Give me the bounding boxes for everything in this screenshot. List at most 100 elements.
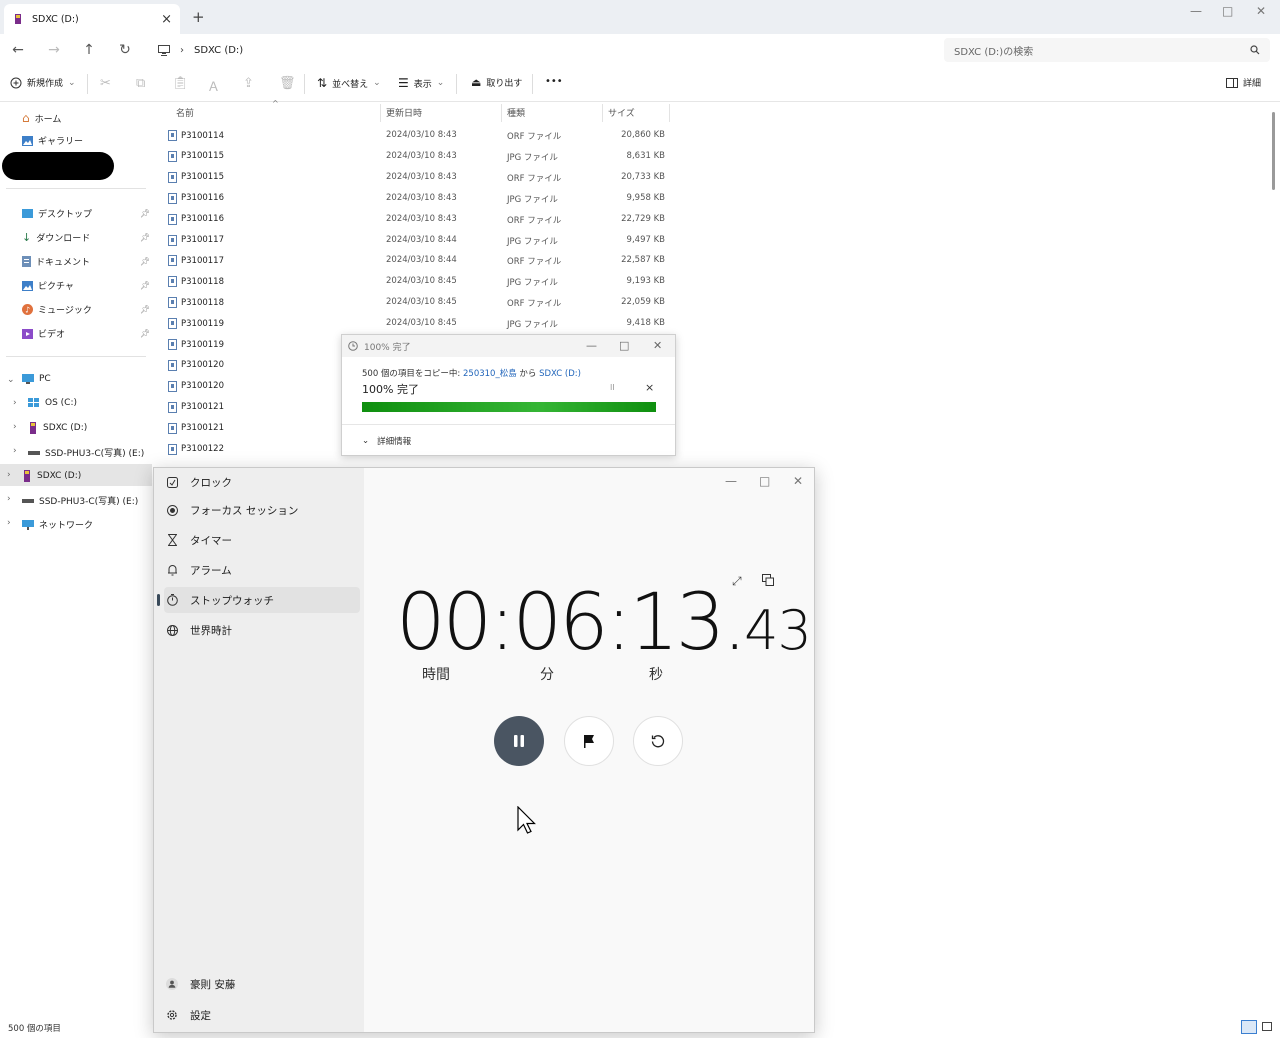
sidebar-item-pc[interactable]: PC: [22, 374, 51, 384]
sidebar-item-videos[interactable]: ビデオ: [22, 327, 65, 340]
large-icons-view-icon[interactable]: [1262, 1022, 1272, 1031]
eject-button[interactable]: ⏏ 取り出す: [471, 76, 522, 89]
chevron-right-icon[interactable]: ›: [13, 398, 17, 408]
scrollbar-track[interactable]: [1270, 102, 1280, 1014]
chevron-right-icon[interactable]: ›: [7, 470, 11, 480]
column-divider[interactable]: [501, 104, 502, 122]
sort-button[interactable]: ⇅ 並べ替え ⌄: [317, 76, 381, 90]
details-pane-button[interactable]: 詳細: [1226, 76, 1261, 89]
sidebar-item-ssd-e[interactable]: SSD-PHU3-C(写真) (E:): [28, 446, 144, 459]
clock-app-window: クロック フォーカス セッション タイマー アラーム ストップウォッチ 世界時計…: [153, 467, 815, 1033]
chevron-right-icon[interactable]: ›: [13, 446, 17, 456]
table-row[interactable]: P3100118 2024/03/10 8:45 ORF ファイル 22,059 KB: [152, 291, 672, 311]
divider: [87, 74, 88, 94]
table-row[interactable]: P3100116 2024/03/10 8:43 ORF ファイル 22,729 KB: [152, 208, 672, 228]
rename-icon[interactable]: Ａ: [207, 76, 220, 95]
more-options-button[interactable]: •••: [545, 76, 563, 87]
search-input[interactable]: SDXC (D:)の検索: [944, 38, 1270, 62]
new-button[interactable]: 新規作成 ⌄: [10, 76, 76, 89]
sidebar-item-desktop[interactable]: デスクトップ: [22, 207, 92, 220]
dialog-maximize-button[interactable]: □: [619, 339, 629, 352]
sidebar-item-documents[interactable]: ドキュメント: [22, 255, 90, 268]
close-button[interactable]: ✕: [1256, 4, 1266, 18]
sidebar-item-pictures[interactable]: ピクチャ: [22, 279, 74, 292]
column-divider[interactable]: [602, 104, 603, 122]
column-divider[interactable]: [380, 104, 381, 122]
more-details-toggle[interactable]: ⌄ 詳細情報: [362, 435, 411, 447]
destination-link[interactable]: SDXC (D:): [539, 369, 581, 379]
sidebar-item-sdxc-d[interactable]: SDXC (D:): [28, 422, 87, 434]
chevron-down-icon[interactable]: ⌄: [7, 375, 15, 385]
table-row[interactable]: P3100116 2024/03/10 8:43 JPG ファイル 9,958 KB: [152, 187, 672, 207]
pin-icon[interactable]: 📌︎: [140, 281, 150, 290]
scrollbar-thumb[interactable]: [1272, 112, 1275, 190]
details-view-icon[interactable]: [1241, 1020, 1257, 1034]
sidebar-item-os-c[interactable]: OS (C:): [28, 398, 77, 408]
sidebar-item-ssd-root[interactable]: SSD-PHU3-C(写真) (E:): [22, 494, 138, 507]
address-bar[interactable]: › SDXC (D:): [150, 38, 932, 62]
clock-nav-alarm[interactable]: アラーム: [164, 557, 360, 583]
table-row[interactable]: P3100115 2024/03/10 8:43 ORF ファイル 20,733 KB: [152, 166, 672, 186]
table-row[interactable]: P3100115 2024/03/10 8:43 JPG ファイル 8,631 KB: [152, 145, 672, 165]
drive-icon: [12, 13, 24, 25]
back-arrow-icon[interactable]: ←: [10, 42, 26, 58]
tab-sdxc[interactable]: SDXC (D:) ×: [4, 4, 180, 34]
dialog-close-button[interactable]: ✕: [653, 339, 662, 352]
paste-icon[interactable]: 📋︎: [172, 76, 189, 91]
table-row[interactable]: P3100114 2024/03/10 8:43 ORF ファイル 20,860 KB: [152, 124, 672, 144]
maximize-button[interactable]: □: [1222, 4, 1233, 18]
sidebar-item-network[interactable]: ネットワーク: [22, 518, 93, 531]
cut-icon[interactable]: ✂: [100, 76, 111, 91]
forward-arrow-icon[interactable]: →: [46, 42, 62, 58]
table-row[interactable]: P3100118 2024/03/10 8:45 JPG ファイル 9,193 KB: [152, 270, 672, 290]
sidebar-item-music[interactable]: ♪ ミュージック: [22, 303, 92, 316]
column-divider[interactable]: [669, 104, 670, 122]
clock-nav-clock[interactable]: クロック: [164, 469, 360, 495]
clock-nav-world[interactable]: 世界時計: [164, 617, 360, 643]
lap-button[interactable]: [564, 716, 614, 766]
chevron-right-icon[interactable]: ›: [7, 494, 11, 504]
sidebar-item-home[interactable]: ⌂ ホーム: [22, 111, 61, 125]
new-tab-button[interactable]: +: [192, 8, 205, 26]
sidebar-item-downloads[interactable]: ↓ ダウンロード: [22, 231, 90, 244]
pause-copy-button[interactable]: II: [610, 383, 615, 392]
clock-nav-stopwatch[interactable]: ストップウォッチ: [157, 587, 360, 613]
breadcrumb-sdxc[interactable]: SDXC (D:): [194, 45, 243, 56]
pin-icon[interactable]: 📌︎: [140, 233, 150, 242]
sidebar-item-gallery[interactable]: ギャラリー: [22, 134, 83, 147]
sidebar-item-sdxc-root[interactable]: SDXC (D:): [22, 470, 81, 482]
clock-close-button[interactable]: ✕: [793, 474, 803, 488]
table-row[interactable]: P3100119 2024/03/10 8:45 JPG ファイル 9,418 KB: [152, 312, 672, 332]
copy-icon[interactable]: ⧉: [136, 76, 145, 91]
chevron-right-icon[interactable]: ›: [7, 518, 11, 528]
cancel-copy-button[interactable]: ×: [645, 381, 654, 394]
table-row[interactable]: P3100117 2024/03/10 8:44 JPG ファイル 9,497 KB: [152, 229, 672, 249]
refresh-icon[interactable]: ↻: [117, 42, 133, 58]
share-icon[interactable]: ⇪: [243, 76, 254, 91]
pin-icon[interactable]: 📌︎: [140, 209, 150, 218]
table-row[interactable]: P3100117 2024/03/10 8:44 ORF ファイル 22,587 KB: [152, 249, 672, 269]
clock-nav-focus[interactable]: フォーカス セッション: [164, 497, 360, 523]
pin-icon[interactable]: 📌︎: [140, 305, 150, 314]
delete-icon[interactable]: 🗑︎: [279, 76, 296, 91]
column-header-name[interactable]: 名前: [176, 106, 194, 119]
clock-nav-timer[interactable]: タイマー: [164, 527, 360, 553]
chevron-right-icon[interactable]: ›: [13, 422, 17, 432]
user-account-button[interactable]: 豪則 安藤: [164, 971, 360, 997]
dialog-minimize-button[interactable]: —: [586, 339, 597, 352]
settings-button[interactable]: 設定: [164, 1002, 360, 1028]
reset-button[interactable]: [633, 716, 683, 766]
clock-maximize-button[interactable]: □: [759, 474, 770, 488]
column-header-size[interactable]: サイズ: [608, 106, 635, 119]
column-header-date[interactable]: 更新日時: [386, 106, 422, 119]
up-arrow-icon[interactable]: ↑: [81, 42, 97, 58]
pin-icon[interactable]: 📌︎: [140, 329, 150, 338]
pause-button[interactable]: [494, 716, 544, 766]
view-button[interactable]: ☰ 表示 ⌄: [398, 76, 444, 90]
source-folder-link[interactable]: 250310_松島: [463, 369, 517, 379]
column-header-type[interactable]: 種類: [507, 106, 525, 119]
minimize-button[interactable]: —: [1190, 4, 1202, 18]
pin-icon[interactable]: 📌︎: [140, 257, 150, 266]
tab-close-icon[interactable]: ×: [161, 12, 172, 27]
clock-minimize-button[interactable]: —: [725, 474, 737, 488]
